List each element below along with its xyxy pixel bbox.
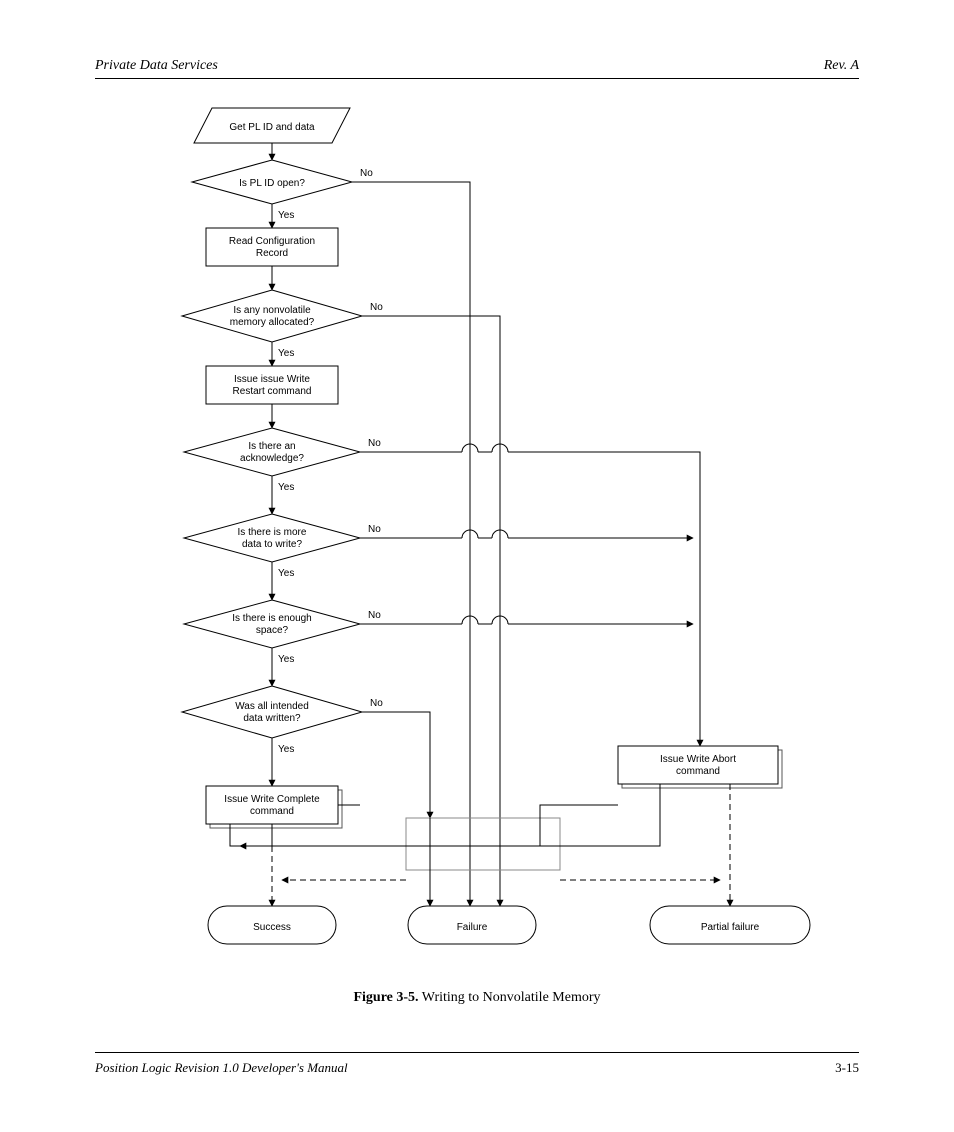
- node-decision-space-l2: space?: [256, 625, 289, 636]
- figure-caption-number: Figure 3-5.: [353, 990, 418, 1005]
- footer-right: 3-15: [835, 1060, 859, 1076]
- edge-no-6: No: [370, 698, 383, 709]
- page: Private Data Services Rev. A Get PL ID a…: [0, 0, 954, 1132]
- node-input: Get PL ID and data: [194, 108, 350, 143]
- edge-no-2: No: [370, 302, 383, 313]
- node-process-abort: Issue Write Abort command: [618, 746, 782, 788]
- node-process-restart: Issue issue Write Restart command: [206, 366, 338, 404]
- node-process-read: Read Configuration Record: [206, 228, 338, 266]
- edge-no-1: No: [360, 168, 373, 179]
- node-process-complete-l1: Issue Write Complete: [224, 794, 320, 805]
- node-decision-more-l1: Is there is more: [238, 527, 307, 538]
- crossing-frame: [406, 818, 560, 870]
- node-decision-open-label: Is PL ID open?: [239, 178, 305, 189]
- node-decision-space: Is there is enough space?: [184, 600, 360, 648]
- node-process-complete-l2: command: [250, 806, 294, 817]
- node-process-restart-l1: Issue issue Write: [234, 374, 310, 385]
- node-decision-done-l2: data written?: [243, 713, 301, 724]
- node-decision-ack: Is there an acknowledge?: [184, 428, 360, 476]
- edge-no-5: No: [368, 610, 381, 621]
- terminator-success: Success: [208, 906, 336, 944]
- terminator-partial: Partial failure: [650, 906, 810, 944]
- node-decision-done: Was all intended data written?: [182, 686, 362, 738]
- node-decision-more-l2: data to write?: [242, 539, 302, 550]
- node-process-abort-l2: command: [676, 766, 720, 777]
- edge-yes-2: Yes: [278, 348, 294, 359]
- flowchart: Get PL ID and data Is PL ID open? Yes No…: [0, 0, 954, 1000]
- node-process-read-l1: Read Configuration: [229, 236, 315, 247]
- terminator-partial-label: Partial failure: [701, 922, 760, 933]
- edge-yes-1: Yes: [278, 210, 294, 221]
- rule-bottom: [95, 1052, 859, 1053]
- node-process-complete: Issue Write Complete command: [206, 786, 342, 828]
- edge-yes-6: Yes: [278, 744, 294, 755]
- edge-no-4: No: [368, 524, 381, 535]
- edge-yes-5: Yes: [278, 654, 294, 665]
- node-decision-ack-l1: Is there an: [248, 441, 295, 452]
- node-input-label: Get PL ID and data: [229, 122, 315, 133]
- figure-caption-title: Writing to Nonvolatile Memory: [419, 990, 601, 1005]
- node-decision-more: Is there is more data to write?: [184, 514, 360, 562]
- terminator-failure-label: Failure: [457, 922, 488, 933]
- node-process-restart-l2: Restart command: [233, 386, 312, 397]
- figure-caption: Figure 3-5. Writing to Nonvolatile Memor…: [0, 990, 954, 1006]
- node-process-read-l2: Record: [256, 248, 288, 259]
- node-decision-alloc: Is any nonvolatile memory allocated?: [182, 290, 362, 342]
- node-decision-alloc-l1: Is any nonvolatile: [233, 305, 311, 316]
- node-decision-space-l1: Is there is enough: [232, 613, 312, 624]
- edge-yes-4: Yes: [278, 568, 294, 579]
- edge-no-3: No: [368, 438, 381, 449]
- footer-left: Position Logic Revision 1.0 Developer's …: [95, 1060, 348, 1076]
- node-decision-alloc-l2: memory allocated?: [230, 317, 315, 328]
- node-decision-ack-l2: acknowledge?: [240, 453, 304, 464]
- node-process-abort-l1: Issue Write Abort: [660, 754, 736, 765]
- edge-yes-3: Yes: [278, 482, 294, 493]
- node-decision-open: Is PL ID open?: [192, 160, 352, 204]
- node-decision-done-l1: Was all intended: [235, 701, 309, 712]
- terminator-failure: Failure: [408, 906, 536, 944]
- terminator-success-label: Success: [253, 922, 291, 933]
